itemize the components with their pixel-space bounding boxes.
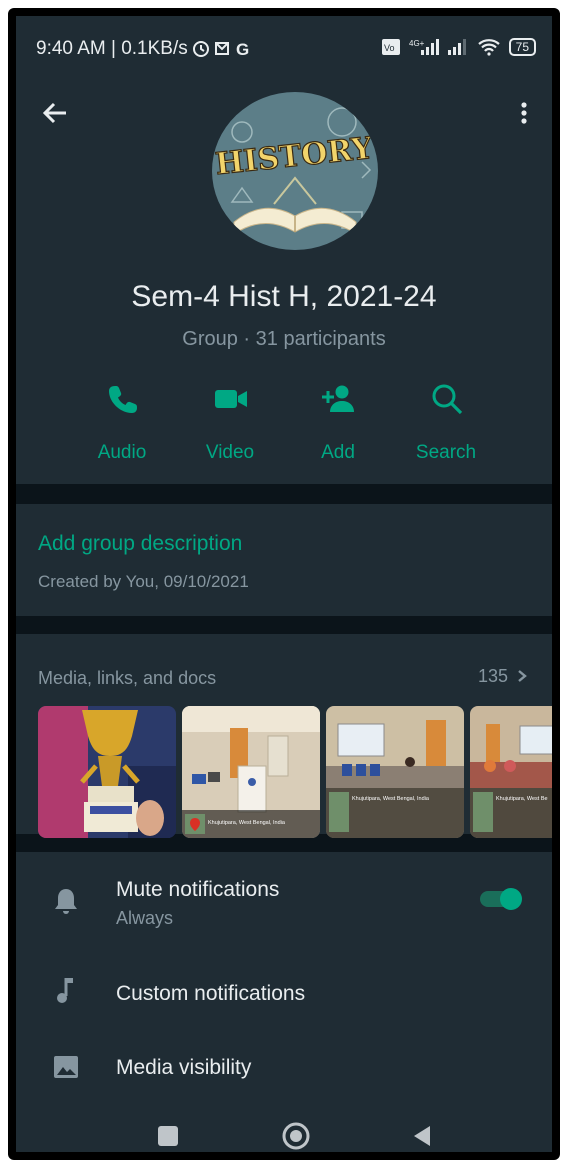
add-participant-button[interactable]: Add	[288, 378, 388, 468]
home-button[interactable]	[266, 1098, 326, 1152]
classroom-photo: Khujutipara, West Bengal, India	[326, 706, 464, 838]
thumbnail-caption: Khujutipara, West Be	[496, 796, 548, 802]
audio-label: Audio	[97, 442, 147, 463]
svg-text:Vo: Vo	[384, 43, 395, 53]
phone-icon	[109, 386, 137, 413]
alarm-icon: G	[192, 38, 252, 63]
signal-4g-icon: 4G+	[409, 38, 439, 56]
group-participants: Group · 31 participants	[182, 328, 386, 350]
mute-toggle[interactable]	[480, 888, 524, 910]
group-title[interactable]: Sem-4 Hist H, 2021-24	[16, 280, 552, 314]
back-arrow-icon	[42, 102, 66, 124]
recents-button[interactable]	[138, 1098, 198, 1152]
audio-call-button[interactable]: Audio	[72, 378, 172, 468]
settings-section: Mute notifications Always Custom notific…	[16, 852, 552, 1098]
status-time: 9:40 AM | 0.1KB/s	[36, 38, 188, 59]
bell-icon	[55, 889, 77, 914]
status-icons: Vo 4G+ 75	[381, 38, 536, 56]
mute-notifications-row[interactable]: Mute notifications Always	[16, 852, 552, 942]
media-count: 135	[477, 666, 508, 686]
status-bar: 9:40 AM | 0.1KB/s G Vo 4G+ 75	[16, 16, 552, 76]
video-camera-icon	[215, 390, 247, 408]
custom-notifications-row[interactable]: Custom notifications	[16, 958, 552, 1038]
video-call-button[interactable]: Video	[180, 378, 280, 468]
signal-icon	[447, 38, 469, 56]
more-vertical-icon	[521, 102, 527, 124]
add-description-link[interactable]: Add group description	[38, 532, 242, 556]
search-label: Search	[415, 442, 477, 463]
svg-text:4G+: 4G+	[409, 39, 425, 48]
screen: 9:40 AM | 0.1KB/s G Vo 4G+ 75 HISTORY Se…	[16, 16, 552, 1152]
mute-notifications-subtitle: Always	[116, 908, 174, 928]
classroom-photo: Khujutipara, West Be	[470, 706, 552, 838]
more-options-button[interactable]	[512, 98, 536, 128]
image-icon	[54, 1056, 78, 1078]
music-note-icon	[57, 978, 73, 1003]
group-avatar[interactable]: HISTORY	[212, 92, 378, 250]
custom-notifications-title: Custom notifications	[116, 982, 306, 1005]
media-thumbnail[interactable]: Khujutipara, West Be	[470, 706, 552, 838]
classroom-photo: Khujutipara, West Bengal, India	[182, 706, 320, 838]
svg-text:G: G	[236, 40, 249, 58]
action-bar: Audio Video Add Search	[72, 378, 508, 468]
description-section: Add group description Created by You, 09…	[16, 504, 552, 616]
add-person-icon	[322, 385, 354, 412]
media-thumbnail[interactable]	[38, 706, 176, 838]
back-button[interactable]	[38, 98, 74, 128]
home-circle-icon	[282, 1122, 310, 1150]
search-icon	[432, 384, 463, 415]
media-thumbnails: Khujutipara, West Bengal, India Khujutip…	[38, 706, 552, 838]
mute-notifications-title: Mute notifications	[116, 878, 280, 901]
media-section: Media, links, and docs 135 Khujutipara, …	[16, 634, 552, 838]
trophy-photo	[38, 706, 176, 838]
thumbnail-caption: Khujutipara, West Bengal, India	[352, 796, 430, 802]
media-visibility-title: Media visibility	[116, 1056, 252, 1079]
battery-indicator: 75	[508, 38, 536, 56]
video-label: Video	[205, 442, 255, 463]
chevron-right-icon	[518, 670, 527, 682]
thumbnail-caption: Khujutipara, West Bengal, India	[208, 820, 286, 826]
add-label: Add	[321, 442, 355, 463]
triangle-back-icon	[414, 1126, 430, 1146]
media-thumbnail[interactable]: Khujutipara, West Bengal, India	[326, 706, 464, 838]
media-thumbnail[interactable]: Khujutipara, West Bengal, India	[182, 706, 320, 838]
square-icon	[158, 1126, 178, 1146]
created-by-text: Created by You, 09/10/2021	[38, 572, 249, 591]
media-count-link[interactable]: 135	[478, 666, 528, 687]
group-header: HISTORY Sem-4 Hist H, 2021-24 Group · 31…	[16, 76, 552, 484]
volte-icon: Vo	[381, 38, 401, 56]
phone-frame: 9:40 AM | 0.1KB/s G Vo 4G+ 75 HISTORY Se…	[8, 8, 560, 1160]
wifi-icon	[477, 38, 501, 56]
media-title[interactable]: Media, links, and docs	[38, 668, 216, 689]
back-nav-button[interactable]	[392, 1098, 452, 1152]
toggle-switch	[480, 888, 522, 910]
search-button[interactable]: Search	[396, 378, 496, 468]
system-nav-bar	[16, 1098, 552, 1152]
